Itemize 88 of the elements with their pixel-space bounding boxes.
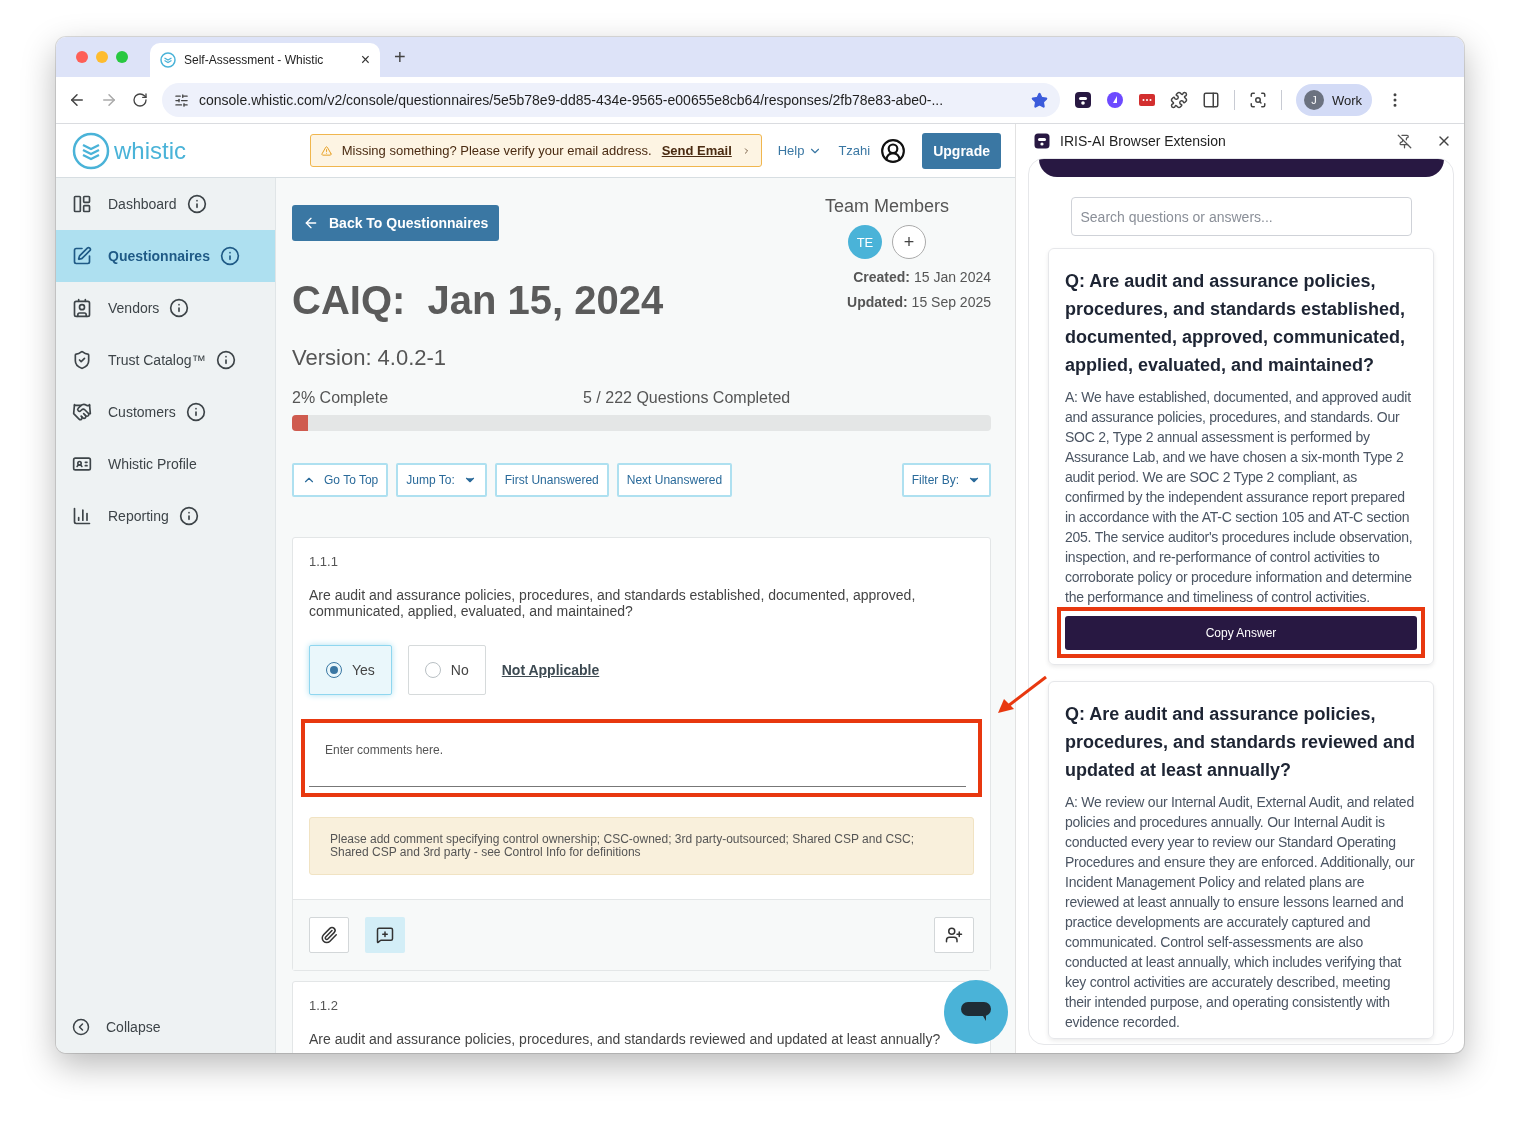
answer-option[interactable]: No xyxy=(407,645,486,695)
version-label: Version: 4.0.2-1 xyxy=(292,345,448,371)
sidebar-item[interactable]: Customers xyxy=(56,386,275,438)
help-menu[interactable]: Help xyxy=(777,143,823,158)
pointer-arrow xyxy=(996,675,1048,715)
info-icon[interactable] xyxy=(185,402,206,422)
site-settings-icon[interactable] xyxy=(174,92,189,108)
bookmark-star-icon[interactable] xyxy=(1031,91,1048,109)
arrow-left-icon xyxy=(303,215,319,231)
assign-user-button[interactable] xyxy=(934,917,974,953)
extension-logo-icon xyxy=(1034,133,1050,149)
tab-close-button[interactable]: × xyxy=(360,51,370,69)
logo-text: whistic xyxy=(114,136,186,165)
card-answer: A: We review our Internal Audit, External Audit, and related policies and procedures annually. Our Internal Audit is conducted every year to review our Standard Operating Procedures and ensure they are enforced. Additionally, our Incident Management Policy and related plans are reviewed at least annually to ensure lessons learned and practice developments are accurately captured and communicated. Control self-assessments are also conducted at least annually, which includes verifying that key control activities are accurately described, meeting their intended purpose, and operating consistently with evidence recorded. xyxy=(1065,793,1416,1032)
question-number: 1.1.1 xyxy=(309,554,339,569)
profile-button[interactable]: J Work xyxy=(1296,84,1373,116)
nav-icon xyxy=(72,350,92,370)
upgrade-button[interactable]: Upgrade xyxy=(922,132,1001,169)
whistic-logo-icon xyxy=(160,52,176,68)
question-text: Are audit and assurance policies, procedures, and standards established, documented, approved, communicated, applied, evaluated, and maintained? xyxy=(309,587,917,619)
info-icon[interactable] xyxy=(219,246,240,266)
address-bar[interactable]: console.whistic.com/v2/console/questionnaires/5e5b78e9-dd85-434e-9565-e00655e8cb64/responses/2fb78e83-abe0-... xyxy=(162,83,1060,117)
hint-note: Please add comment specifying control ownership; CSC-owned; 3rd party-outsourced; Shared CSP and CSC; Shared CSP and 3rd party - see Control Info for definitions xyxy=(309,817,974,875)
card-question: Q: Are audit and assurance policies, procedures, and standards reviewed and updated at least annually? xyxy=(1065,703,1417,782)
unpin-icon[interactable] xyxy=(1397,133,1412,149)
extension-title: IRIS-AI Browser Extension xyxy=(1060,133,1227,149)
percent-complete: 2% Complete xyxy=(292,389,390,407)
info-icon[interactable] xyxy=(215,350,236,370)
reload-icon[interactable] xyxy=(132,92,148,108)
url-text: console.whistic.com/v2/console/questionnaires/5e5b78e9-dd85-434e-9565-e00655e8cb64/responses/2fb78e83-abe0-... xyxy=(199,92,945,108)
side-panel-icon[interactable] xyxy=(1202,91,1220,109)
back-button[interactable]: Back To Questionnaires xyxy=(292,205,500,241)
sidebar-item[interactable]: Questionnaires xyxy=(56,230,275,282)
nav-icon xyxy=(72,194,92,214)
comment-field[interactable]: Enter comments here. xyxy=(301,719,982,797)
paperclip-icon xyxy=(320,926,338,944)
info-icon[interactable] xyxy=(186,194,207,214)
nav-icon xyxy=(72,506,92,526)
extension-icon[interactable] xyxy=(1074,91,1092,109)
back-icon[interactable] xyxy=(68,91,86,109)
sidebar-item[interactable]: Reporting xyxy=(56,490,275,542)
extensions-icon[interactable] xyxy=(1170,91,1188,109)
banner-text: Missing something? Please verify your email address. xyxy=(341,143,652,158)
tab-search-icon[interactable] xyxy=(1249,91,1267,109)
send-email-link[interactable]: Send Email xyxy=(661,143,732,158)
info-icon[interactable] xyxy=(169,298,190,318)
nav-button[interactable]: Next Unanswered xyxy=(616,463,733,497)
nav-icon xyxy=(72,246,92,266)
sidebar-item[interactable]: Whistic Profile xyxy=(56,438,275,490)
browser-tab[interactable]: Self-Assessment - Whistic × xyxy=(150,43,380,77)
questionnaire-title: CAIQ: Jan 15, 2024 xyxy=(292,278,664,323)
sidebar-item[interactable]: Vendors xyxy=(56,282,275,334)
question-text: Are audit and assurance policies, procedures, and standards reviewed and updated at least annually? xyxy=(309,1031,942,1047)
nav-icon xyxy=(72,298,92,318)
card-question: Q: Are audit and assurance policies, procedures, and standards established, documented, approved, communicated, applied, evaluated, and maintained? xyxy=(1065,270,1407,377)
profile-avatar: J xyxy=(1304,90,1324,110)
team-members-title: Team Members xyxy=(824,196,949,217)
add-comment-button[interactable] xyxy=(365,917,405,953)
search-field[interactable]: Search questions or answers... xyxy=(1070,197,1412,236)
created-date: Created: 15 Jan 2024 xyxy=(853,269,991,285)
user-name[interactable]: Tzahi xyxy=(838,143,871,158)
message-plus-icon xyxy=(376,926,394,944)
questions-completed: 5 / 222 Questions Completed xyxy=(583,389,791,407)
user-plus-icon xyxy=(945,926,963,944)
copy-answer-button[interactable]: Copy Answer xyxy=(1065,616,1417,650)
attach-button[interactable] xyxy=(309,917,349,953)
logo-icon xyxy=(72,131,110,170)
new-tab-button[interactable]: + xyxy=(394,45,406,69)
nav-button[interactable]: First Unanswered xyxy=(494,463,609,497)
profile-name: Work xyxy=(1332,92,1363,108)
sidebar-item[interactable]: Dashboard xyxy=(56,178,275,230)
nav-icon xyxy=(72,454,92,474)
sidebar-item[interactable]: Trust Catalog™ xyxy=(56,334,275,386)
collapse-button[interactable]: Collapse xyxy=(56,1001,275,1053)
user-avatar-icon[interactable] xyxy=(880,137,907,164)
filter-dropdown[interactable]: Filter By: xyxy=(901,463,991,497)
answer-option[interactable]: Yes xyxy=(309,645,392,695)
chevron-left-icon xyxy=(72,1018,90,1036)
add-member-button[interactable]: + xyxy=(892,225,926,259)
tab-title: Self-Assessment - Whistic xyxy=(184,53,325,67)
nav-button[interactable]: Go To Top xyxy=(292,463,389,497)
question-number: 1.1.2 xyxy=(309,998,339,1013)
jump-to-dropdown[interactable]: Jump To: xyxy=(396,463,487,497)
card-answer: A: We have established, documented, and approved audit and assurance policies, procedures, and standards. Our SOC 2, Type 2 annual assessment is performed by Assurance Lab, and we have chosen a six-month Type 2 audit period. We are SOC 2 Type 2 compliant, as confirmed by the independent assurance report prepared in accordance with the AT-C section 105 and AT-C section 205. The service auditor's procedures include observation, inspection, and re-performance of control activities to corroborate policy or procedure information and determine the performance and timeliness of control activities. xyxy=(1065,388,1414,607)
not-applicable-link[interactable]: Not Applicable xyxy=(501,662,600,678)
nav-icon xyxy=(72,402,92,422)
info-icon[interactable] xyxy=(178,506,199,526)
updated-date: Updated: 15 Sep 2025 xyxy=(847,294,991,310)
